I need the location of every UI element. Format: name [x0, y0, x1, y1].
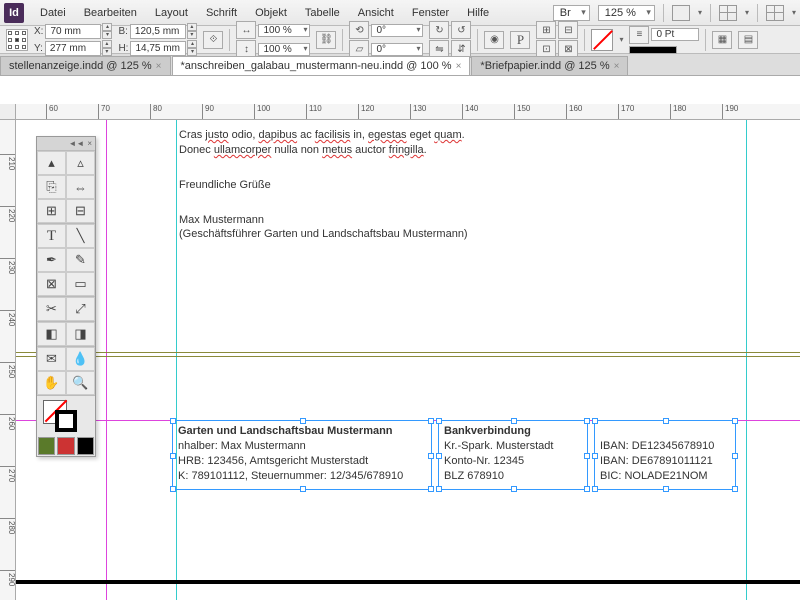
align-icon-1[interactable]: ⊞ — [536, 21, 556, 39]
vertical-ruler[interactable]: 200210220230240250260270280290 — [0, 120, 16, 600]
tab-stellenanzeige[interactable]: stellenanzeige.indd @ 125 %× — [0, 56, 171, 75]
stroke-weight-input[interactable]: 0 Pt — [651, 28, 699, 41]
effects-icon[interactable]: ▦ — [712, 31, 732, 49]
rotate-cw-icon[interactable]: ↻ — [429, 21, 449, 39]
gradient-swatch-tool-icon[interactable]: ◧ — [37, 322, 66, 346]
frame-footer-company[interactable]: Garten und Landschaftsbau Mustermann nha… — [172, 420, 432, 490]
y-label: Y: — [34, 43, 43, 54]
rotation-icon: ⟲ — [349, 21, 369, 39]
selection-tool-icon[interactable]: ▴ — [37, 151, 66, 175]
stroke-style[interactable] — [629, 46, 677, 54]
indesign-logo: Id — [4, 3, 24, 23]
w-label: B: — [118, 26, 127, 37]
workspace: 5060708090100110120130140150160170180190… — [0, 104, 800, 600]
w-input[interactable]: 120,5 mm — [130, 24, 186, 39]
type-tool-icon[interactable]: T — [37, 224, 66, 248]
rectangle-tool-icon[interactable]: ▭ — [66, 272, 95, 296]
pencil-tool-icon[interactable]: ✎ — [66, 248, 95, 272]
menu-hilfe[interactable]: Hilfe — [459, 3, 497, 23]
screen-mode-icon[interactable] — [719, 5, 737, 21]
scissors-tool-icon[interactable]: ✂ — [37, 297, 66, 321]
rule-olive-1 — [16, 352, 800, 353]
constrain-icon[interactable]: ⟐ — [203, 31, 223, 49]
x-input[interactable]: 70 mm — [45, 24, 101, 39]
eyedropper-tool-icon[interactable]: 💧 — [66, 347, 95, 371]
y-input[interactable]: 277 mm — [45, 41, 101, 56]
page-tool-icon[interactable]: ⎘ — [37, 175, 66, 199]
menu-bearbeiten[interactable]: Bearbeiten — [76, 3, 145, 23]
menu-tabelle[interactable]: Tabelle — [297, 3, 348, 23]
hand-tool-icon[interactable]: ✋ — [37, 371, 66, 395]
free-transform-tool-icon[interactable]: ⤢ — [66, 297, 95, 321]
guide-margin-left[interactable] — [106, 120, 107, 600]
control-panel-top: X:70 mm▴▾ Y:277 mm▴▾ B:120,5 mm▴▾ H:14,7… — [0, 26, 800, 54]
menu-schrift[interactable]: Schrift — [198, 3, 245, 23]
rule-olive-2 — [16, 356, 800, 357]
frame-footer-bank[interactable]: Bankverbindung Kr.-Spark. Musterstadt Ko… — [438, 420, 588, 490]
line-tool-icon[interactable]: ╲ — [66, 224, 95, 248]
content-placer-icon[interactable]: ⊟ — [66, 199, 95, 223]
shear-input[interactable]: 0° — [371, 43, 423, 56]
reference-point[interactable] — [6, 29, 28, 51]
guide-cyan-left[interactable] — [176, 120, 177, 600]
zoom-selector[interactable]: 125 % — [598, 5, 655, 21]
scale-x-input[interactable]: 100 % — [258, 24, 310, 37]
view-mode-icon[interactable] — [672, 5, 690, 21]
pen-tool-icon[interactable]: ✒ — [37, 248, 66, 272]
menu-layout[interactable]: Layout — [147, 3, 196, 23]
zoom-tool-icon[interactable]: 🔍 — [66, 371, 95, 395]
scale-y-input[interactable]: 100 % — [258, 43, 310, 56]
select-container-icon[interactable]: P — [510, 31, 530, 49]
canvas[interactable]: Cras justo odio, dapibus ac facilisis in… — [16, 120, 800, 600]
rectangle-frame-tool-icon[interactable]: ⊠ — [37, 272, 66, 296]
link-scale-icon[interactable]: ⛓ — [316, 31, 336, 49]
h-label: H: — [118, 43, 128, 54]
bridge-selector[interactable]: Br — [553, 5, 590, 21]
apply-none[interactable] — [77, 437, 94, 455]
rotate-ccw-icon[interactable]: ↺ — [451, 21, 471, 39]
rotation-input[interactable]: 0° — [371, 24, 423, 37]
gap-tool-icon[interactable]: ⇔ — [66, 175, 95, 199]
horizontal-ruler[interactable]: 5060708090100110120130140150160170180190 — [16, 104, 800, 120]
page-edge — [16, 580, 800, 584]
tab-briefpapier[interactable]: *Briefpapier.indd @ 125 %× — [471, 56, 628, 75]
h-input[interactable]: 14,75 mm — [130, 41, 186, 56]
close-icon[interactable]: × — [87, 139, 92, 148]
menu-objekt[interactable]: Objekt — [247, 3, 295, 23]
apply-gradient[interactable] — [57, 437, 74, 455]
align-icon-2[interactable]: ⊟ — [558, 21, 578, 39]
fill-swatch[interactable] — [591, 29, 613, 51]
apply-color[interactable] — [38, 437, 55, 455]
stroke-weight-icon: ≡ — [629, 26, 649, 44]
note-tool-icon[interactable]: ✉ — [37, 347, 66, 371]
menu-ansicht[interactable]: Ansicht — [350, 3, 402, 23]
collapse-icon[interactable]: ◄◄ — [68, 139, 84, 148]
content-collector-icon[interactable]: ⊞ — [37, 199, 66, 223]
letter-body-text: Cras justo odio, dapibus ac facilisis in… — [179, 128, 609, 242]
menu-fenster[interactable]: Fenster — [404, 3, 457, 23]
more-icon[interactable]: ▤ — [738, 31, 758, 49]
frame-footer-iban[interactable]: IBAN: DE12345678910 IBAN: DE67891011121 … — [594, 420, 736, 490]
arrange-icon[interactable] — [766, 5, 784, 21]
tab-anschreiben[interactable]: *anschreiben_galabau_mustermann-neu.indd… — [172, 56, 471, 75]
fill-stroke-swatch[interactable] — [37, 396, 95, 436]
close-icon[interactable]: × — [156, 61, 162, 72]
menu-datei[interactable]: Datei — [32, 3, 74, 23]
scale-x-icon: ↔ — [236, 21, 256, 39]
tools-panel[interactable]: ◄◄× ▴ ▵ ⎘ ⇔ ⊞ ⊟ T ╲ ✒ ✎ ⊠ ▭ ✂ ⤢ ◧ ◨ ✉ 💧 … — [36, 136, 96, 457]
document-tabs: stellenanzeige.indd @ 125 %× *anschreibe… — [0, 54, 800, 76]
close-icon[interactable]: × — [456, 61, 462, 72]
close-icon[interactable]: × — [614, 61, 620, 72]
guide-cyan-right[interactable] — [746, 120, 747, 600]
gradient-feather-tool-icon[interactable]: ◨ — [66, 322, 95, 346]
ruler-origin[interactable] — [0, 104, 16, 120]
direct-selection-tool-icon[interactable]: ▵ — [66, 151, 95, 175]
select-content-icon[interactable]: ◉ — [484, 31, 504, 49]
x-label: X: — [34, 26, 43, 37]
